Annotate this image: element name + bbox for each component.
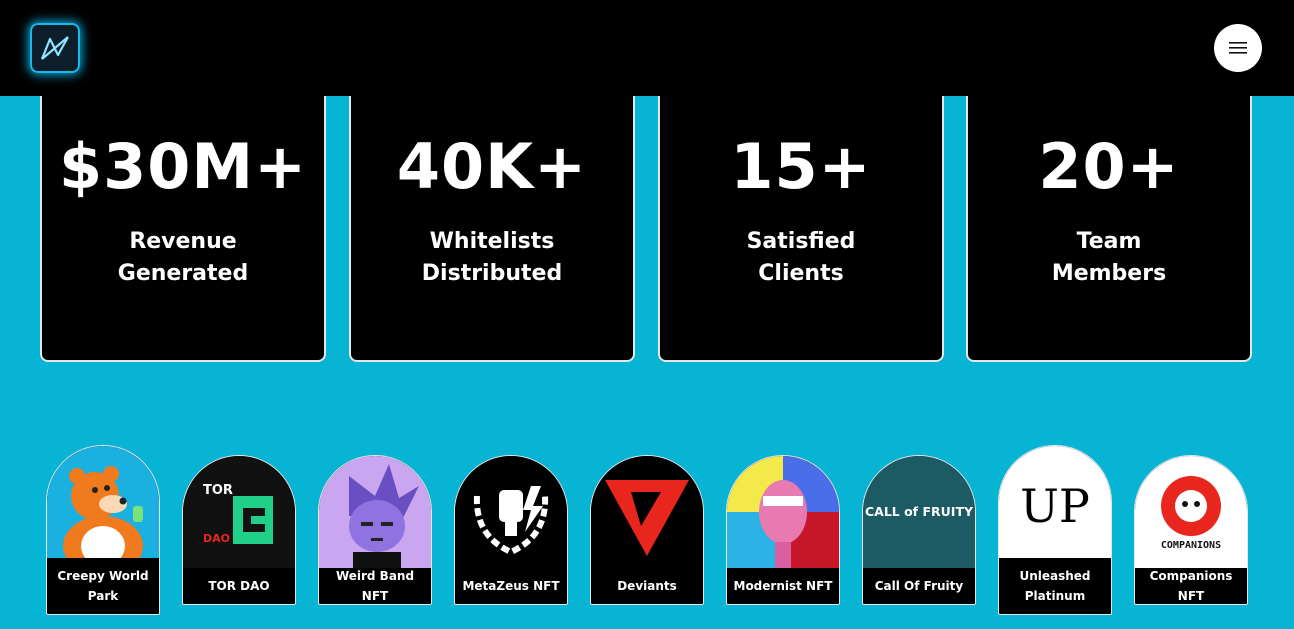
project-card-companions[interactable]: COMPANIONS Companions NFT (1134, 455, 1248, 605)
project-name: Weird Band NFT (335, 569, 415, 603)
hamburger-menu-icon (1229, 42, 1247, 54)
deviants-image (591, 456, 703, 568)
project-card-call-of-fruity[interactable]: CALL of FRUITY Call Of Fruity (862, 455, 976, 605)
metazeus-image (455, 456, 567, 568)
svg-text:DAO: DAO (203, 532, 230, 545)
weird-band-image (319, 456, 431, 568)
stat-card-whitelists: 40K+ Whitelists Distributed (349, 60, 635, 362)
project-name: Modernist NFT (733, 579, 833, 593)
project-name: Companions NFT (1149, 569, 1233, 603)
stat-label: Satisfied Clients (746, 229, 856, 286)
stat-label: Revenue Generated (117, 229, 249, 286)
stat-value: $30M+ (58, 130, 308, 203)
project-name: TOR DAO (208, 579, 270, 593)
project-card-modernist[interactable]: Modernist NFT (726, 455, 840, 605)
project-name: Unleashed Platinum (1019, 569, 1091, 603)
stat-label: Team Members (1051, 229, 1167, 286)
stat-value: 15+ (730, 130, 872, 203)
triangle-logo-icon (40, 36, 69, 60)
call-of-fruity-image: CALL of FRUITY (863, 456, 975, 568)
svg-text:CALL of FRUITY: CALL of FRUITY (865, 504, 974, 519)
project-card-unleashed-platinum[interactable]: UP Unleashed Platinum (998, 445, 1112, 615)
menu-button[interactable] (1214, 24, 1262, 72)
unleashed-platinum-image: UP (999, 446, 1111, 558)
project-card-metazeus[interactable]: MetaZeus NFT (454, 455, 568, 605)
svg-text:TOR: TOR (203, 483, 233, 498)
companions-image: COMPANIONS (1135, 456, 1247, 568)
stat-card-team: 20+ Team Members (966, 60, 1252, 362)
top-navigation-bar (0, 0, 1294, 96)
project-card-deviants[interactable]: Deviants (590, 455, 704, 605)
stat-card-clients: 15+ Satisfied Clients (658, 60, 944, 362)
project-name: Call Of Fruity (874, 579, 964, 593)
stat-value: 40K+ (396, 130, 588, 203)
project-card-weird-band[interactable]: Weird Band NFT (318, 455, 432, 605)
project-card-tor-dao[interactable]: TOR DAO TOR DAO (182, 455, 296, 605)
project-card-creepy-world-park[interactable]: Creepy World Park (46, 445, 160, 615)
project-name: Deviants (617, 579, 677, 593)
modernist-image (727, 456, 839, 568)
logo-button[interactable] (30, 23, 80, 73)
stat-value: 20+ (1038, 130, 1180, 203)
stat-card-revenue: $30M+ Revenue Generated (40, 60, 326, 362)
tor-dao-image: TOR DAO (183, 456, 295, 568)
svg-text:COMPANIONS: COMPANIONS (1161, 540, 1221, 551)
svg-text:UP: UP (1020, 479, 1090, 533)
stat-label: Whitelists Distributed (421, 229, 563, 286)
project-name: MetaZeus NFT (462, 579, 560, 593)
project-name: Creepy World Park (57, 569, 149, 603)
creepy-world-park-image (47, 446, 159, 558)
